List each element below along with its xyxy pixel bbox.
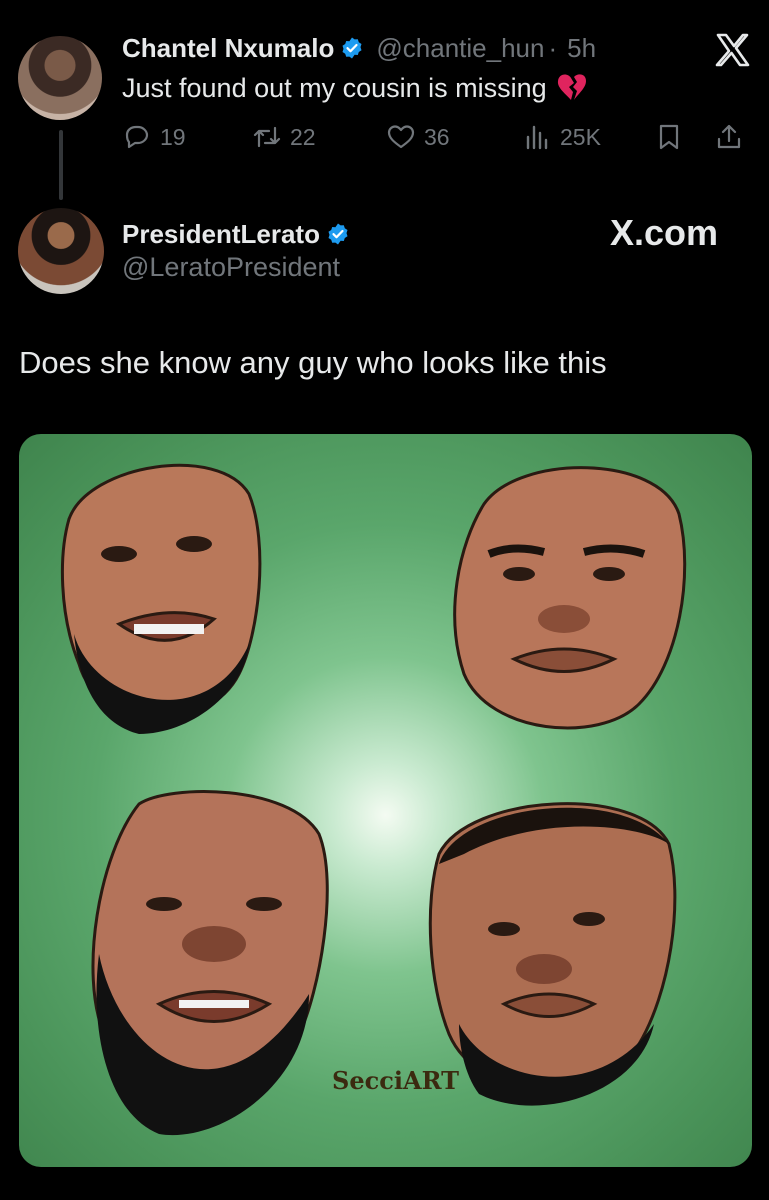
timestamp[interactable]: 5h: [567, 33, 596, 64]
face-top-right: [453, 466, 687, 730]
bookmark-icon: [659, 124, 679, 150]
author-name[interactable]: Chantel Nxumalo: [122, 33, 334, 64]
face-bottom-right: [428, 802, 677, 1106]
views-chart-icon: [526, 125, 548, 150]
artist-signature: SecciART: [332, 1066, 459, 1095]
x-logo-icon: [715, 33, 750, 67]
retweet-count: 22: [290, 123, 316, 150]
separator-dot: ·: [548, 32, 558, 63]
face-bottom-left: [91, 790, 329, 1136]
xcom-brand-text: X.com: [610, 212, 719, 253]
author-name[interactable]: PresidentLerato: [122, 219, 320, 250]
author-handle[interactable]: @LeratoPresident: [122, 252, 340, 283]
tweet1-header: Chantel Nxumalo @chantie_hun · 5h: [122, 30, 596, 66]
retweet-button[interactable]: 22: [252, 122, 316, 152]
reply-icon: [125, 125, 149, 149]
tweet1-action-bar: 19 22 36 25K: [122, 122, 750, 162]
tweet1-text: Just found out my cousin is missing: [122, 72, 589, 104]
avatar-presidentlerato[interactable]: [18, 208, 104, 294]
verified-badge-icon: [328, 223, 348, 245]
bookmark-button[interactable]: [654, 122, 692, 152]
share-button[interactable]: [714, 122, 752, 152]
reply-count: 19: [160, 123, 186, 150]
tweet1-text-content: Just found out my cousin is missing: [122, 72, 547, 103]
views-count: 25K: [560, 123, 601, 150]
tweet2-text: Does she know any guy who looks like thi…: [19, 345, 607, 380]
retweet-icon: [253, 126, 281, 148]
avatar-chantel[interactable]: [18, 36, 102, 120]
like-button[interactable]: 36: [386, 122, 450, 152]
four-faces-illustration: SecciART: [60, 463, 687, 1136]
broken-heart-icon: [557, 74, 586, 100]
tweet-image[interactable]: SecciART: [19, 434, 752, 1167]
reply-button[interactable]: 19: [122, 122, 186, 152]
verified-badge-icon: [342, 37, 362, 59]
like-count: 36: [424, 123, 450, 150]
thread-connector-line: [59, 130, 63, 200]
heart-icon: [387, 125, 415, 149]
face-top-left: [60, 463, 262, 734]
tweet2-header: PresidentLerato: [122, 216, 356, 252]
views-button[interactable]: 25K: [522, 122, 601, 152]
author-handle[interactable]: @chantie_hun: [376, 33, 544, 64]
share-icon: [717, 124, 741, 149]
